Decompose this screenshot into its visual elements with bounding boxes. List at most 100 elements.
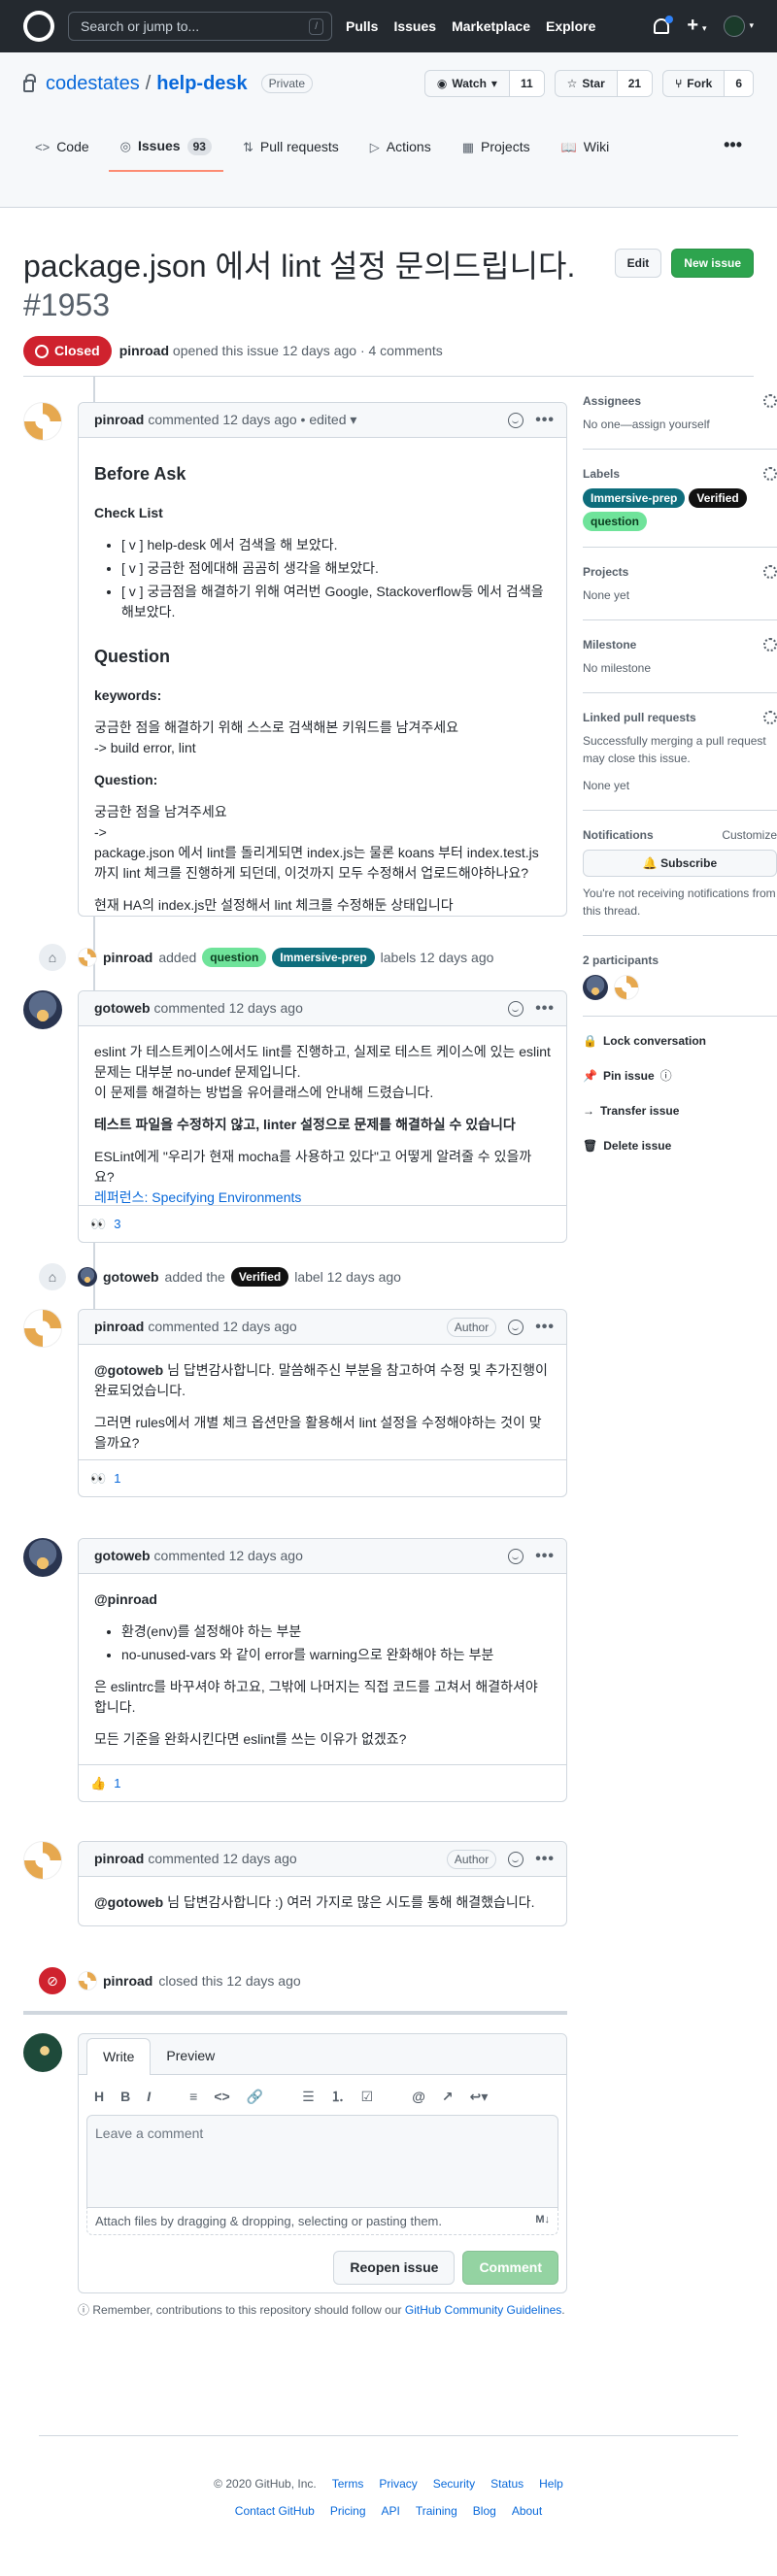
tab-code[interactable]: <> Code [23,128,101,172]
issue-author-link[interactable]: pinroad [119,343,169,358]
bulleted-list-icon[interactable]: ☰ [302,2087,315,2107]
search-input[interactable]: Search or jump to... / [68,12,332,41]
repo-owner-link[interactable]: codestates [46,69,140,98]
more-options-icon[interactable]: ••• [535,997,555,1020]
avatar[interactable] [583,975,608,1000]
comment-author[interactable]: pinroad [94,410,144,430]
fork-count[interactable]: 6 [725,71,753,96]
subscribe-button[interactable]: 🔔 Subscribe [583,850,777,877]
reaction-button[interactable]: 👍 1 [90,1774,120,1793]
gear-icon[interactable] [763,467,777,481]
gear-icon[interactable] [763,638,777,652]
label-immersive-prep[interactable]: Immersive-prep [272,948,375,967]
pin-issue-button[interactable]: 📌 Pin issue ⓘ [583,1067,777,1085]
new-issue-button[interactable]: New issue [671,249,754,278]
tab-issues[interactable]: ◎ Issues 93 [108,128,223,172]
reference-link[interactable]: 레퍼런스: Specifying Environments [94,1189,301,1205]
avatar[interactable] [78,1971,97,1991]
more-options-icon[interactable]: ••• [535,1316,555,1339]
footer-link-about[interactable]: About [512,2502,542,2520]
gear-icon[interactable] [763,565,777,579]
link-icon[interactable]: 🔗 [247,2087,263,2107]
comment-author[interactable]: gotoweb [94,1546,151,1566]
heading-icon[interactable]: H [94,2087,104,2107]
saved-replies-icon[interactable]: ↩▾ [470,2087,489,2107]
tab-pull-requests[interactable]: ⇅ Pull requests [231,128,351,172]
tab-actions[interactable]: ▷ Actions [358,128,443,172]
more-options-icon[interactable]: ••• [535,1848,555,1871]
label-verified[interactable]: Verified [689,488,747,508]
fork-button[interactable]: ⑂ Fork 6 [662,70,754,97]
label-immersive-prep[interactable]: Immersive-prep [583,488,686,508]
lock-conversation-button[interactable]: 🔒 Lock conversation [583,1032,777,1050]
star-count[interactable]: 21 [617,71,653,96]
avatar[interactable] [23,402,62,441]
footer-link-security[interactable]: Security [433,2475,475,2492]
nav-marketplace[interactable]: Marketplace [452,17,530,37]
customize-link[interactable]: Customize [722,826,777,844]
mention-link[interactable]: @gotoweb [94,1362,163,1378]
guidelines-link[interactable]: GitHub Community Guidelines [405,2303,561,2317]
bold-icon[interactable]: B [120,2087,130,2107]
user-menu[interactable]: ▾ [724,16,754,37]
label-question[interactable]: question [583,512,647,531]
mention-icon[interactable]: @ [412,2087,425,2107]
repo-name-link[interactable]: help-desk [156,69,247,98]
italic-icon[interactable]: I [147,2087,151,2107]
footer-link-pricing[interactable]: Pricing [330,2502,366,2520]
smiley-icon[interactable] [508,412,524,428]
footer-link-terms[interactable]: Terms [332,2475,364,2492]
comment-textarea[interactable]: Leave a comment [86,2115,558,2208]
task-list-icon[interactable]: ☑ [361,2087,374,2107]
smiley-icon[interactable] [508,1000,524,1017]
event-actor[interactable]: gotoweb [103,1267,159,1288]
avatar[interactable] [614,975,639,1000]
footer-link-status[interactable]: Status [490,2475,524,2492]
avatar[interactable] [23,1538,62,1577]
tab-preview[interactable]: Preview [151,2038,230,2074]
avatar[interactable] [23,1841,62,1880]
tab-wiki[interactable]: 📖 Wiki [550,128,622,172]
label-question[interactable]: question [202,948,267,967]
nav-issues[interactable]: Issues [393,17,436,37]
attach-files-area[interactable]: Attach files by dragging & dropping, sel… [86,2208,558,2235]
nav-explore[interactable]: Explore [546,17,595,37]
create-new-button[interactable]: + ▾ [687,16,706,37]
star-button[interactable]: ☆ Star 21 [554,70,654,97]
footer-link-training[interactable]: Training [416,2502,457,2520]
footer-link-blog[interactable]: Blog [473,2502,496,2520]
mention-link[interactable]: @pinroad [94,1589,551,1610]
footer-link-contact[interactable]: Contact GitHub [235,2502,315,2520]
delete-issue-button[interactable]: 🗑 Delete issue [583,1137,777,1154]
numbered-list-icon[interactable]: ⒈ [331,2087,345,2107]
more-options-icon[interactable]: ••• [535,1545,555,1568]
more-tabs-button[interactable]: ••• [712,128,754,172]
comment-author[interactable]: pinroad [94,1317,144,1337]
gear-icon[interactable] [763,711,777,724]
reopen-issue-button[interactable]: Reopen issue [333,2251,456,2285]
watch-count[interactable]: 11 [509,71,544,96]
nav-pulls[interactable]: Pulls [346,17,378,37]
more-options-icon[interactable]: ••• [535,409,555,432]
cross-reference-icon[interactable]: ↗ [442,2087,454,2107]
footer-link-help[interactable]: Help [539,2475,563,2492]
event-actor[interactable]: pinroad [103,1971,152,1991]
gear-icon[interactable] [763,394,777,408]
mention-link[interactable]: @gotoweb [94,1894,163,1910]
transfer-issue-button[interactable]: → Transfer issue [583,1102,777,1120]
smiley-icon[interactable] [508,1851,524,1867]
edit-button[interactable]: Edit [614,249,662,278]
github-logo-icon[interactable] [23,11,54,42]
comment-button[interactable]: Comment [462,2251,558,2285]
comment-author[interactable]: gotoweb [94,998,151,1019]
reaction-button[interactable]: 👀 3 [90,1215,120,1234]
smiley-icon[interactable] [508,1319,524,1335]
notification-bell-icon[interactable] [654,16,674,34]
label-verified[interactable]: Verified [230,1267,289,1287]
avatar[interactable] [23,1309,62,1348]
footer-link-api[interactable]: API [382,2502,400,2520]
tab-projects[interactable]: ▦ Projects [451,128,542,172]
avatar[interactable] [23,990,62,1029]
watch-button[interactable]: ◉ Watch ▾ 11 [423,70,545,97]
avatar[interactable] [78,948,97,967]
